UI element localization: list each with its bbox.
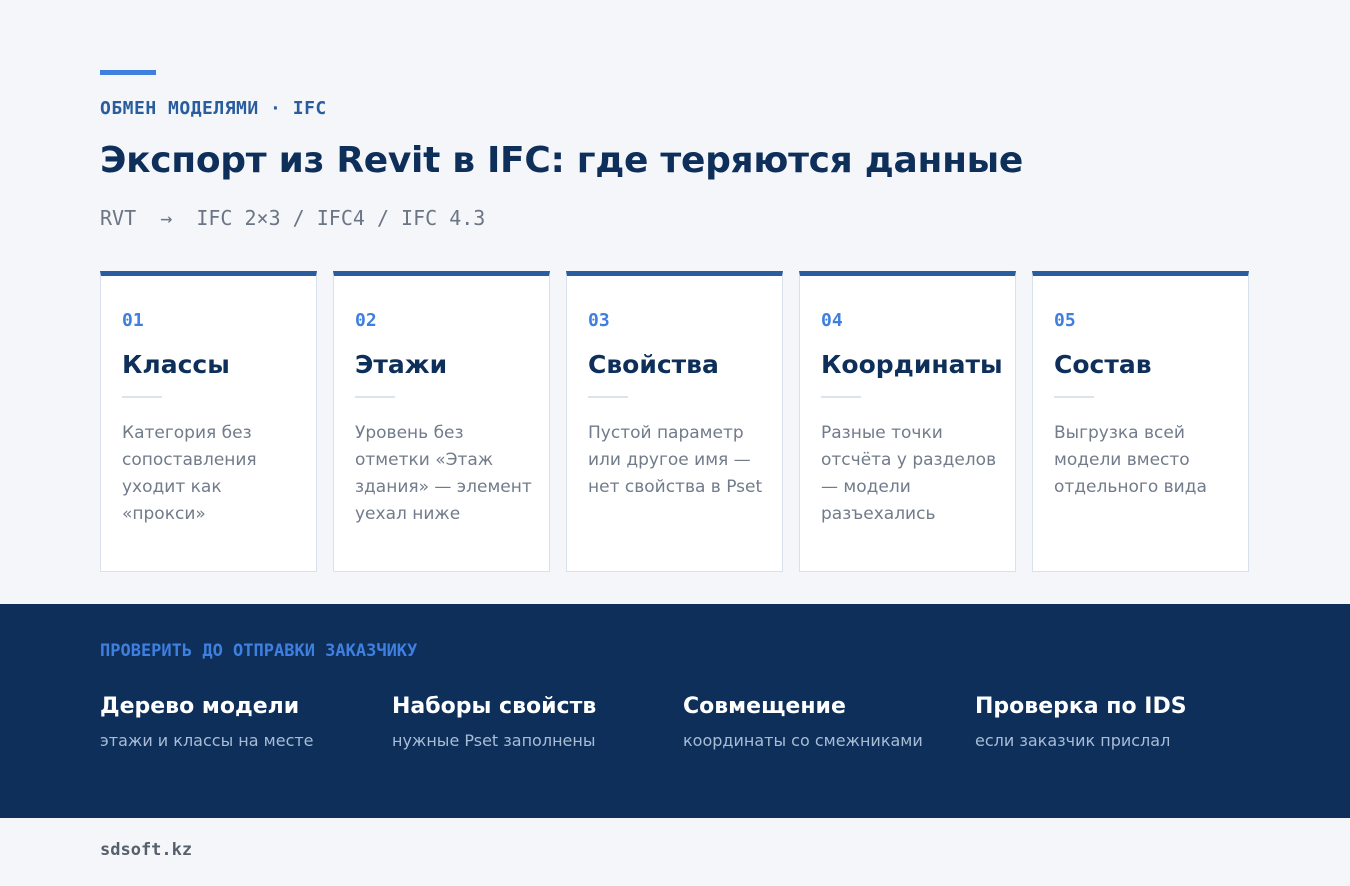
checklist-item-title: Дерево модели (100, 694, 300, 719)
card-divider (1054, 396, 1094, 398)
checklist-item-subtitle: координаты со смежниками (683, 731, 923, 750)
issue-card: 02 Этажи Уровень без отметки «Этаж здани… (333, 271, 550, 572)
card-description: Выгрузка всей модели вместо отдельного в… (1054, 423, 1207, 497)
issue-cards: 01 Классы Категория без сопоставления ух… (100, 271, 1250, 572)
card-title: Этажи (355, 350, 448, 379)
card-number: 05 (1054, 310, 1076, 331)
accent-bar (100, 70, 156, 75)
issue-card: 03 Свойства Пустой параметр или другое и… (566, 271, 783, 572)
checklist-item-subtitle: этажи и классы на месте (100, 731, 314, 750)
issue-card: 04 Координаты Разные точки отсчёта у раз… (799, 271, 1016, 572)
issue-card: 01 Классы Категория без сопоставления ух… (100, 271, 317, 572)
card-title: Координаты (821, 350, 1003, 379)
footer-site: sdsoft.kz (100, 840, 193, 860)
checklist-item-title: Наборы свойств (392, 694, 597, 719)
checklist-item: Проверка по IDS если заказчик прислал (975, 694, 1255, 750)
card-description: Уровень без отметки «Этаж здания» — элем… (355, 423, 532, 524)
checklist-item: Дерево модели этажи и классы на месте (100, 694, 380, 750)
format-line: RVT → IFC 2×3 / IFC4 / IFC 4.3 (100, 206, 486, 230)
card-title: Состав (1054, 350, 1152, 379)
card-divider (122, 396, 162, 398)
checklist-item-subtitle: нужные Pset заполнены (392, 731, 596, 750)
card-description: Разные точки отсчёта у разделов — модели… (821, 423, 997, 524)
card-title: Свойства (588, 350, 719, 379)
checklist-item-title: Проверка по IDS (975, 694, 1187, 719)
checklist-item: Совмещение координаты со смежниками (683, 694, 963, 750)
card-number: 02 (355, 310, 377, 331)
eyebrow-label: ОБМЕН МОДЕЛЯМИ · IFC (100, 98, 327, 119)
checklist-item: Наборы свойств нужные Pset заполнены (392, 694, 672, 750)
card-number: 04 (821, 310, 843, 331)
card-title: Классы (122, 350, 230, 379)
issue-card: 05 Состав Выгрузка всей модели вместо от… (1032, 271, 1249, 572)
checklist-item-subtitle: если заказчик прислал (975, 731, 1171, 750)
checklist-label: ПРОВЕРИТЬ ДО ОТПРАВКИ ЗАКАЗЧИКУ (100, 641, 418, 661)
card-divider (588, 396, 628, 398)
card-number: 01 (122, 310, 144, 331)
card-divider (355, 396, 395, 398)
card-description: Категория без сопоставления уходит как «… (122, 423, 257, 524)
page-title: Экспорт из Revit в IFC: где теряются дан… (100, 140, 1024, 181)
card-description: Пустой параметр или другое имя — нет сво… (588, 423, 763, 497)
card-divider (821, 396, 861, 398)
card-number: 03 (588, 310, 610, 331)
checklist-item-title: Совмещение (683, 694, 846, 719)
